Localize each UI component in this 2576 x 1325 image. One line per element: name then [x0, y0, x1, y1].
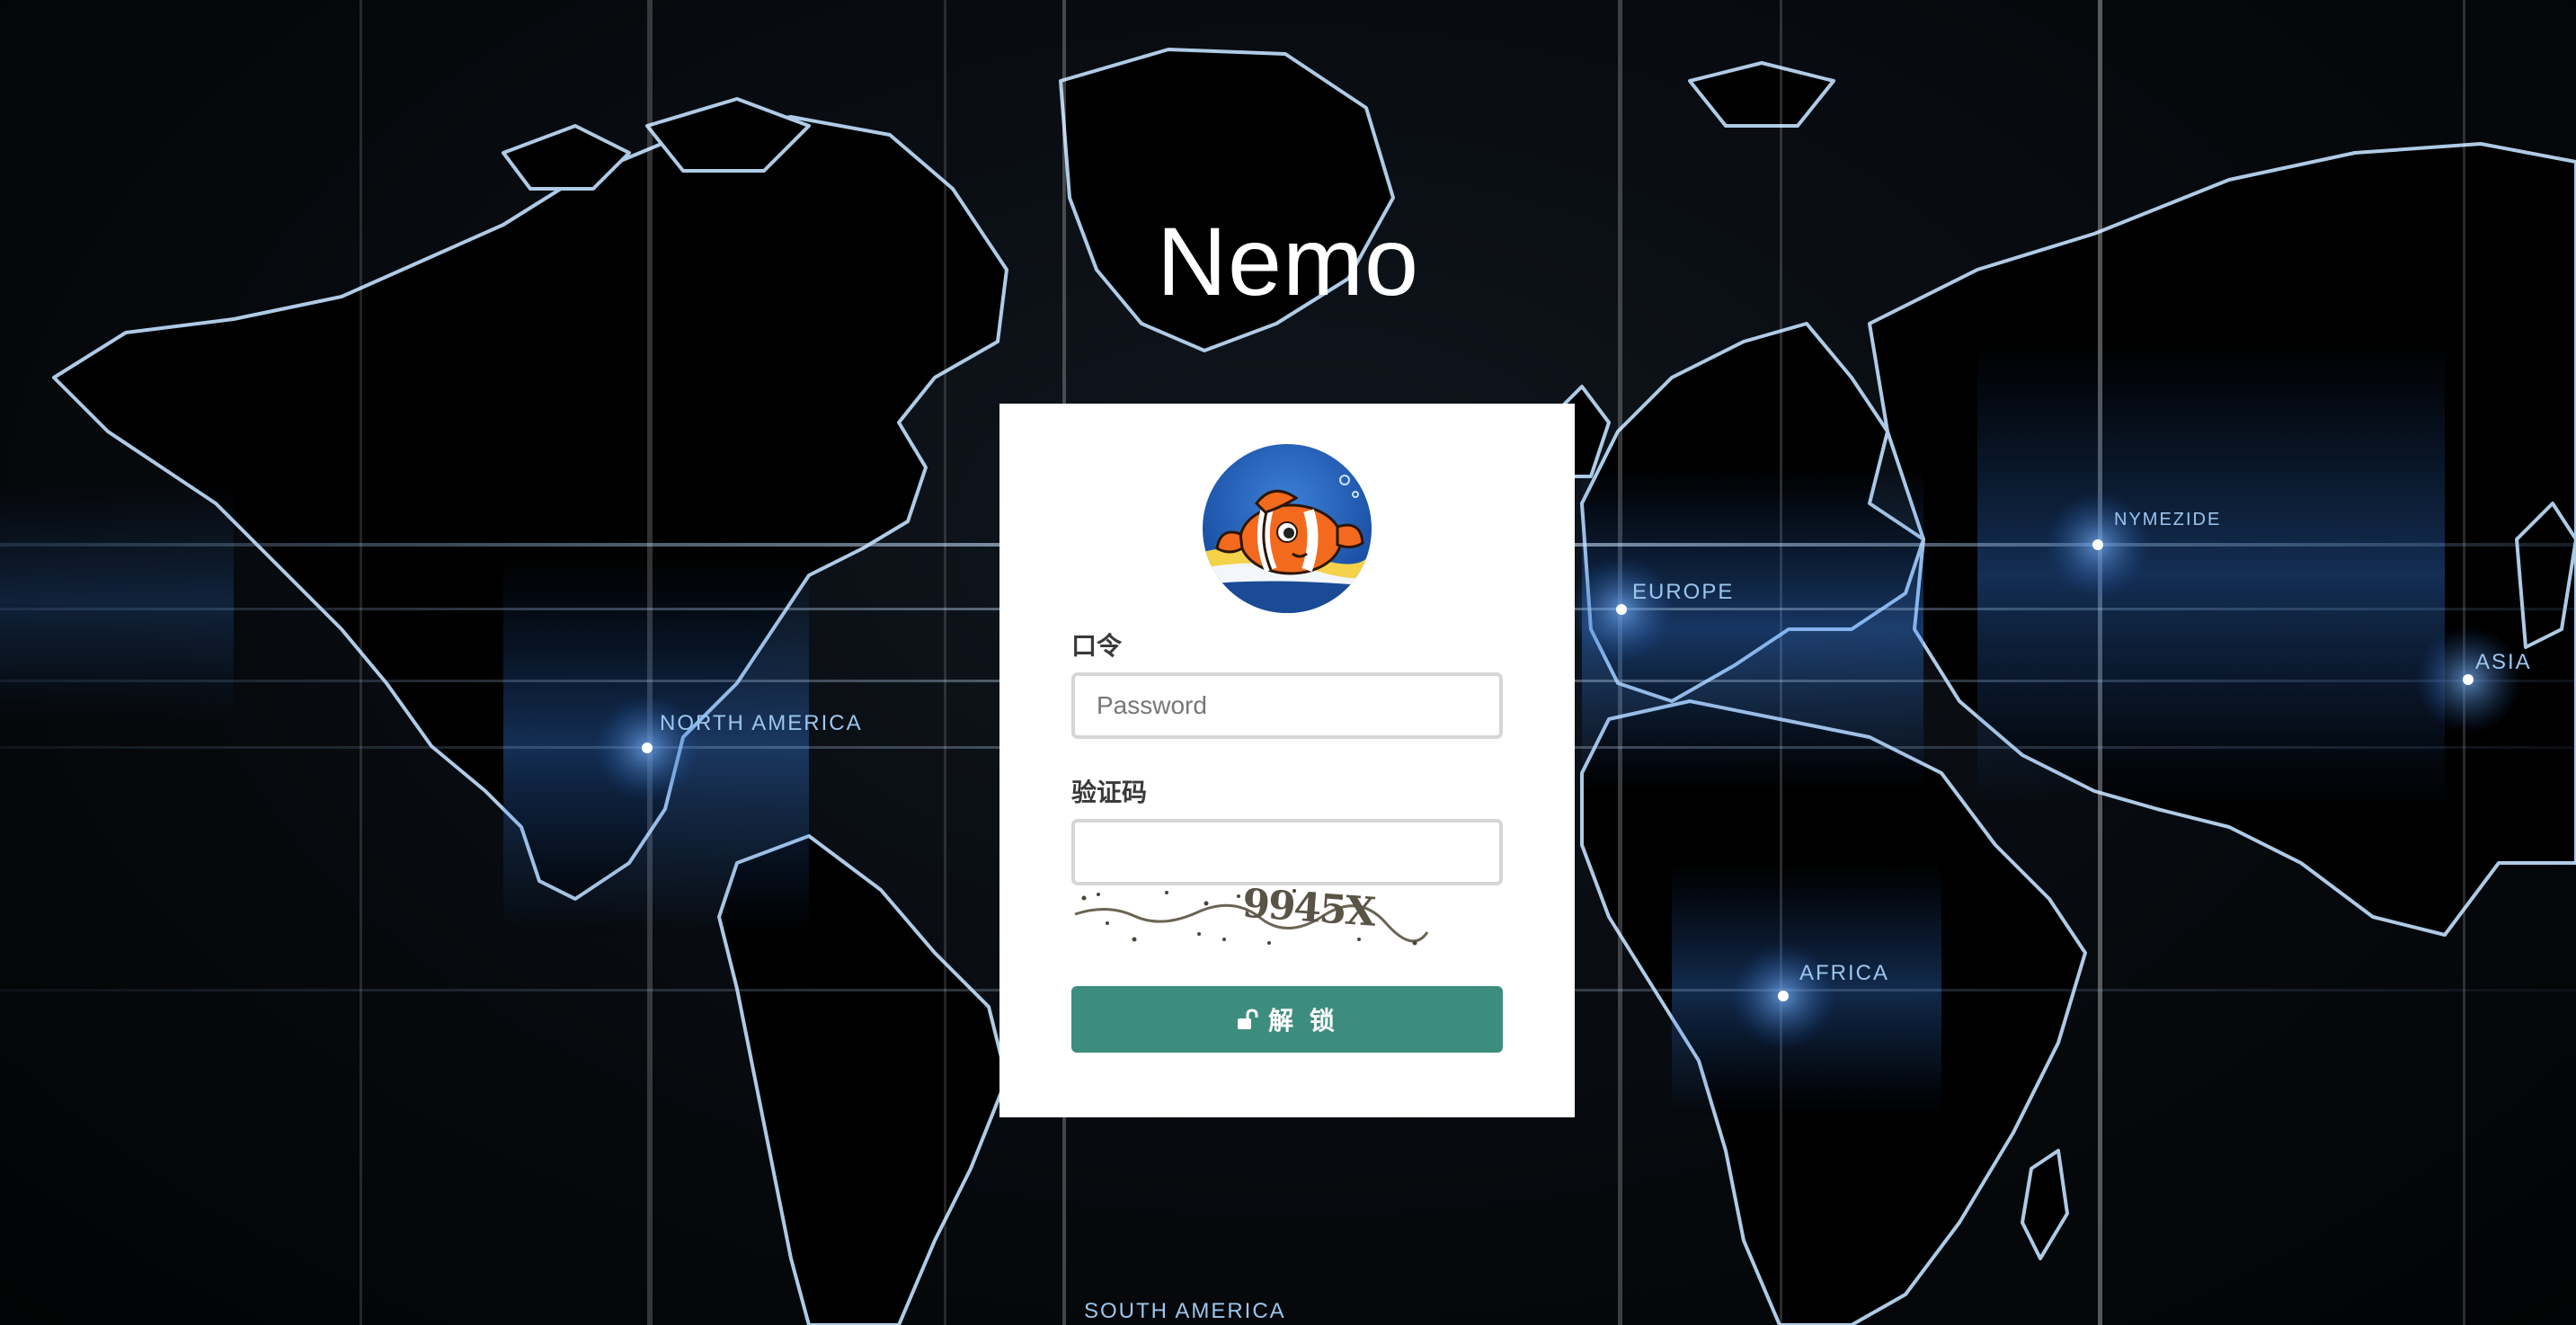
- map-label-nymezide: NYMEZIDE: [2114, 510, 2221, 529]
- app-title: Nemo: [1156, 207, 1420, 316]
- captcha-noise: 9945X: [1074, 881, 1429, 946]
- password-input[interactable]: [1071, 672, 1503, 739]
- map-label-europe: EUROPE: [1632, 580, 1734, 604]
- avatar: [1203, 444, 1372, 613]
- login-card: 口令 验证码 9945X 解 锁: [999, 404, 1575, 1117]
- unlock-button[interactable]: 解 锁: [1071, 986, 1503, 1053]
- captcha-image[interactable]: 9945X: [1071, 881, 1431, 957]
- map-label-south-america: SOUTH AMERICA: [1084, 1299, 1286, 1323]
- unlock-icon: [1238, 1009, 1258, 1029]
- map-label-north-america: NORTH AMERICA: [660, 711, 863, 735]
- unlock-label: 解 锁: [1268, 1006, 1338, 1036]
- captcha-label: 验证码: [1071, 778, 1148, 807]
- password-label: 口令: [1071, 631, 1123, 661]
- captcha-input[interactable]: [1071, 819, 1503, 885]
- captcha-text: 9945X: [1241, 885, 1379, 936]
- clownfish-avatar-image: [1203, 444, 1372, 613]
- login-screen: NORTH AMERICA EUROPE NYMEZIDE ASIA AFRIC…: [0, 0, 2576, 1325]
- map-label-asia: ASIA: [2475, 650, 2532, 674]
- map-label-africa: AFRICA: [1799, 961, 1889, 985]
